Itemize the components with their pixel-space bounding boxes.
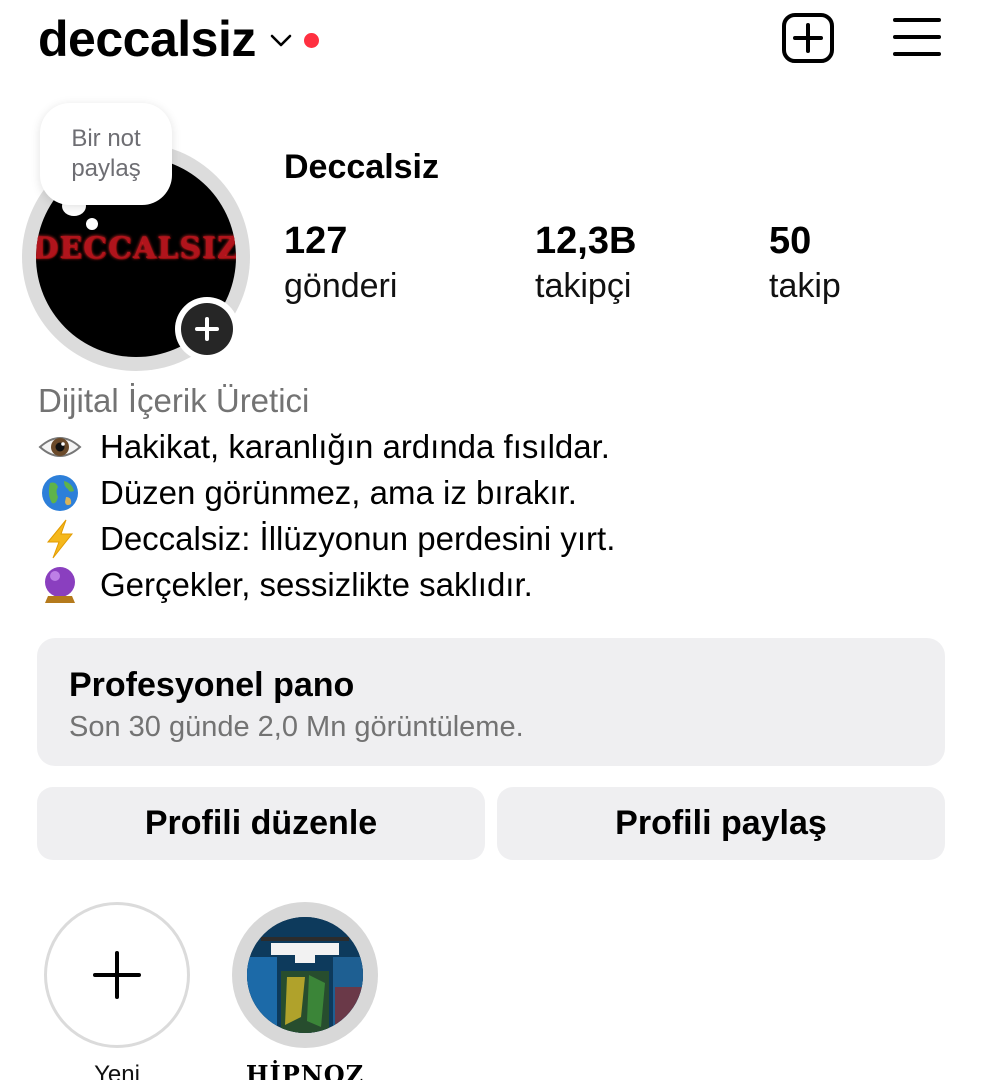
stat-posts[interactable]: 127 gönderi <box>284 218 397 308</box>
bio-text: Deccalsiz: İllüzyonun perdesini yırt. <box>100 520 616 557</box>
bio-line: Hakikat, karanlığın ardında fısıldar. <box>38 424 938 470</box>
pro-panel-subtitle: Son 30 günde 2,0 Mn görüntüleme. <box>69 711 524 743</box>
note-bubble[interactable]: Bir not paylaş <box>40 103 172 205</box>
account-switcher[interactable]: deccalsiz <box>38 10 319 68</box>
bio-line: Gerçekler, sessizlikte saklıdır. <box>38 562 938 608</box>
stat-value: 50 <box>769 220 812 262</box>
hamburger-menu-icon[interactable] <box>893 16 941 58</box>
top-bar: deccalsiz <box>0 0 982 80</box>
highlight-ring <box>232 902 378 1048</box>
lightning-icon <box>46 519 74 559</box>
bio-line: Düzen görünmez, ama iz bırakır. <box>38 470 938 516</box>
avatar-logo: DECCALSIZ <box>36 230 236 266</box>
eye-icon <box>38 437 82 457</box>
plus-icon <box>93 951 141 999</box>
add-story-button[interactable] <box>181 303 233 355</box>
crystal-ball-icon <box>45 567 75 603</box>
stat-label: takipçi <box>535 267 632 305</box>
share-profile-button[interactable]: Profili paylaş <box>497 787 945 860</box>
bio-text: Düzen görünmez, ama iz bırakır. <box>100 474 577 511</box>
display-name: Deccalsiz <box>284 148 439 186</box>
highlight-label: Yeni <box>94 1061 140 1080</box>
bio-line: Deccalsiz: İllüzyonun perdesini yırt. <box>38 516 938 562</box>
note-bubble-tail-small <box>86 218 98 230</box>
professional-dashboard[interactable]: Profesyonel pano Son 30 günde 2,0 Mn gör… <box>37 638 945 766</box>
stat-followers[interactable]: 12,3B takipçi <box>535 218 636 308</box>
note-text-line2: paylaş <box>71 155 141 182</box>
globe-icon <box>42 475 78 511</box>
bio-text: Hakikat, karanlığın ardında fısıldar. <box>100 428 610 465</box>
stat-following[interactable]: 50 takip <box>769 218 841 308</box>
plus-square-icon[interactable] <box>781 12 835 64</box>
bio-category: Dijital İçerik Üretici <box>38 382 310 419</box>
stat-value: 127 <box>284 220 348 262</box>
stat-value: 12,3B <box>535 220 637 262</box>
highlight-new-circle <box>44 902 190 1048</box>
pro-panel-title: Profesyonel pano <box>69 666 355 704</box>
stat-label: takip <box>769 267 841 305</box>
highlight-item[interactable]: HİPNOZ <box>231 902 379 1080</box>
highlight-cover-image <box>247 917 363 1033</box>
bio: Dijital İçerik Üretici Hakikat, karanlığ… <box>38 378 938 608</box>
bio-text: Gerçekler, sessizlikte saklıdır. <box>100 566 533 603</box>
highlight-new[interactable]: Yeni <box>43 902 191 1080</box>
stat-label: gönderi <box>284 267 398 305</box>
chevron-down-icon <box>270 34 292 47</box>
edit-profile-button[interactable]: Profili düzenle <box>37 787 485 860</box>
notification-dot <box>303 32 319 48</box>
username: deccalsiz <box>38 11 256 67</box>
profile-page: deccalsiz DECCALSIZ Bir not paylaş Decca… <box>0 0 982 1080</box>
note-text-line1: Bir not <box>71 125 141 152</box>
highlight-label: HİPNOZ <box>245 1060 365 1080</box>
plus-icon <box>195 317 219 341</box>
